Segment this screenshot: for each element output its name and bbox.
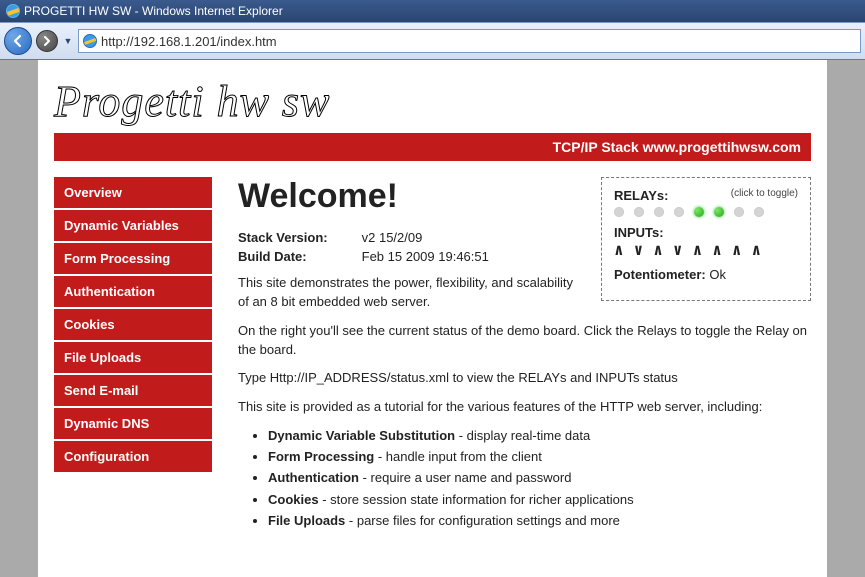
feature-text: - parse files for configuration settings…: [345, 513, 620, 528]
back-button[interactable]: [4, 27, 32, 55]
feature-bold: Cookies: [268, 492, 319, 507]
menu-configuration[interactable]: Configuration: [54, 441, 212, 472]
input-indicator-6: ∧: [732, 240, 742, 259]
relay-led-5[interactable]: [714, 207, 724, 217]
menu-form-processing[interactable]: Form Processing: [54, 243, 212, 274]
menu-overview[interactable]: Overview: [54, 177, 212, 208]
status-panel: RELAYs: (click to toggle) INPUTs: ∧∨∧∨∧∧…: [601, 177, 811, 301]
address-bar[interactable]: http://192.168.1.201/index.htm: [78, 29, 861, 53]
inputs-row: ∧ ∨ ∧ ∨ ∧ ∧ ∧ ∧: [614, 240, 798, 259]
nav-toolbar: ▼ http://192.168.1.201/index.htm: [0, 22, 865, 60]
menu-file-uploads[interactable]: File Uploads: [54, 342, 212, 373]
relay-led-0[interactable]: [614, 207, 624, 217]
forward-button[interactable]: [36, 30, 58, 52]
relay-led-2[interactable]: [654, 207, 664, 217]
titlebar: PROGETTI HW SW - Windows Internet Explor…: [0, 0, 865, 22]
relay-led-4[interactable]: [694, 207, 704, 217]
relay-led-1[interactable]: [634, 207, 644, 217]
feature-item-4: File Uploads - parse files for configura…: [268, 512, 811, 530]
input-indicator-4: ∧: [693, 240, 703, 259]
main-layout: Overview Dynamic Variables Form Processi…: [54, 177, 811, 538]
ie-icon: [6, 4, 20, 18]
feature-item-2: Authentication - require a user name and…: [268, 469, 811, 487]
relay-led-7[interactable]: [754, 207, 764, 217]
feature-item-3: Cookies - store session state informatio…: [268, 491, 811, 509]
window-title: PROGETTI HW SW - Windows Internet Explor…: [24, 4, 283, 18]
pot-section: Potentiometer: Ok: [614, 267, 798, 282]
browser-window: PROGETTI HW SW - Windows Internet Explor…: [0, 0, 865, 577]
input-indicator-0: ∧: [614, 240, 624, 259]
pot-value: Ok: [709, 267, 726, 282]
relays-hint: (click to toggle): [731, 188, 798, 199]
pot-label: Potentiometer:: [614, 267, 706, 282]
inputs-label: INPUTs:: [614, 225, 798, 240]
menu-send-email[interactable]: Send E-mail: [54, 375, 212, 406]
intro-para-4: This site is provided as a tutorial for …: [238, 398, 811, 417]
stack-version-value: v2 15/2/09: [362, 230, 423, 245]
header-strip: TCP/IP Stack www.progettihwsw.com: [54, 133, 811, 161]
intro-para-2: On the right you'll see the current stat…: [238, 322, 811, 360]
feature-list: Dynamic Variable Substitution - display …: [268, 427, 811, 530]
feature-bold: Authentication: [268, 470, 359, 485]
inputs-section: INPUTs: ∧ ∨ ∧ ∨ ∧ ∧ ∧ ∧: [614, 225, 798, 259]
relays-section: RELAYs: (click to toggle): [614, 188, 798, 217]
nav-history-dropdown[interactable]: ▼: [62, 36, 74, 46]
build-date-label: Build Date:: [238, 249, 358, 264]
feature-item-1: Form Processing - handle input from the …: [268, 448, 811, 466]
feature-text: - store session state information for ri…: [319, 492, 634, 507]
relay-led-6[interactable]: [734, 207, 744, 217]
input-indicator-3: ∨: [673, 240, 683, 259]
site-logo: Progetti hw sw: [54, 76, 811, 127]
intro-para-3: Type Http://IP_ADDRESS/status.xml to vie…: [238, 369, 811, 388]
stack-version-label: Stack Version:: [238, 230, 358, 245]
viewport: Progetti hw sw TCP/IP Stack www.progetti…: [0, 60, 865, 577]
menu-cookies[interactable]: Cookies: [54, 309, 212, 340]
feature-item-0: Dynamic Variable Substitution - display …: [268, 427, 811, 445]
page-icon: [83, 34, 97, 48]
content-area: RELAYs: (click to toggle) INPUTs: ∧∨∧∨∧∧…: [238, 177, 811, 538]
menu-dynamic-dns[interactable]: Dynamic DNS: [54, 408, 212, 439]
arrow-right-icon: [42, 36, 52, 46]
input-indicator-2: ∧: [653, 240, 663, 259]
relays-leds: [614, 207, 798, 217]
sidebar-menu: Overview Dynamic Variables Form Processi…: [54, 177, 212, 474]
input-indicator-1: ∨: [634, 240, 644, 259]
feature-bold: Form Processing: [268, 449, 374, 464]
feature-text: - require a user name and password: [359, 470, 571, 485]
feature-text: - display real-time data: [455, 428, 590, 443]
feature-bold: File Uploads: [268, 513, 345, 528]
url-text: http://192.168.1.201/index.htm: [101, 34, 277, 49]
input-indicator-5: ∧: [712, 240, 722, 259]
relays-label: RELAYs:: [614, 188, 668, 203]
feature-text: - handle input from the client: [374, 449, 542, 464]
arrow-left-icon: [11, 34, 25, 48]
relay-led-3[interactable]: [674, 207, 684, 217]
input-indicator-7: ∧: [751, 240, 761, 259]
menu-dynamic-variables[interactable]: Dynamic Variables: [54, 210, 212, 241]
build-date-value: Feb 15 2009 19:46:51: [362, 249, 489, 264]
feature-bold: Dynamic Variable Substitution: [268, 428, 455, 443]
menu-authentication[interactable]: Authentication: [54, 276, 212, 307]
page-body: Progetti hw sw TCP/IP Stack www.progetti…: [38, 60, 827, 577]
